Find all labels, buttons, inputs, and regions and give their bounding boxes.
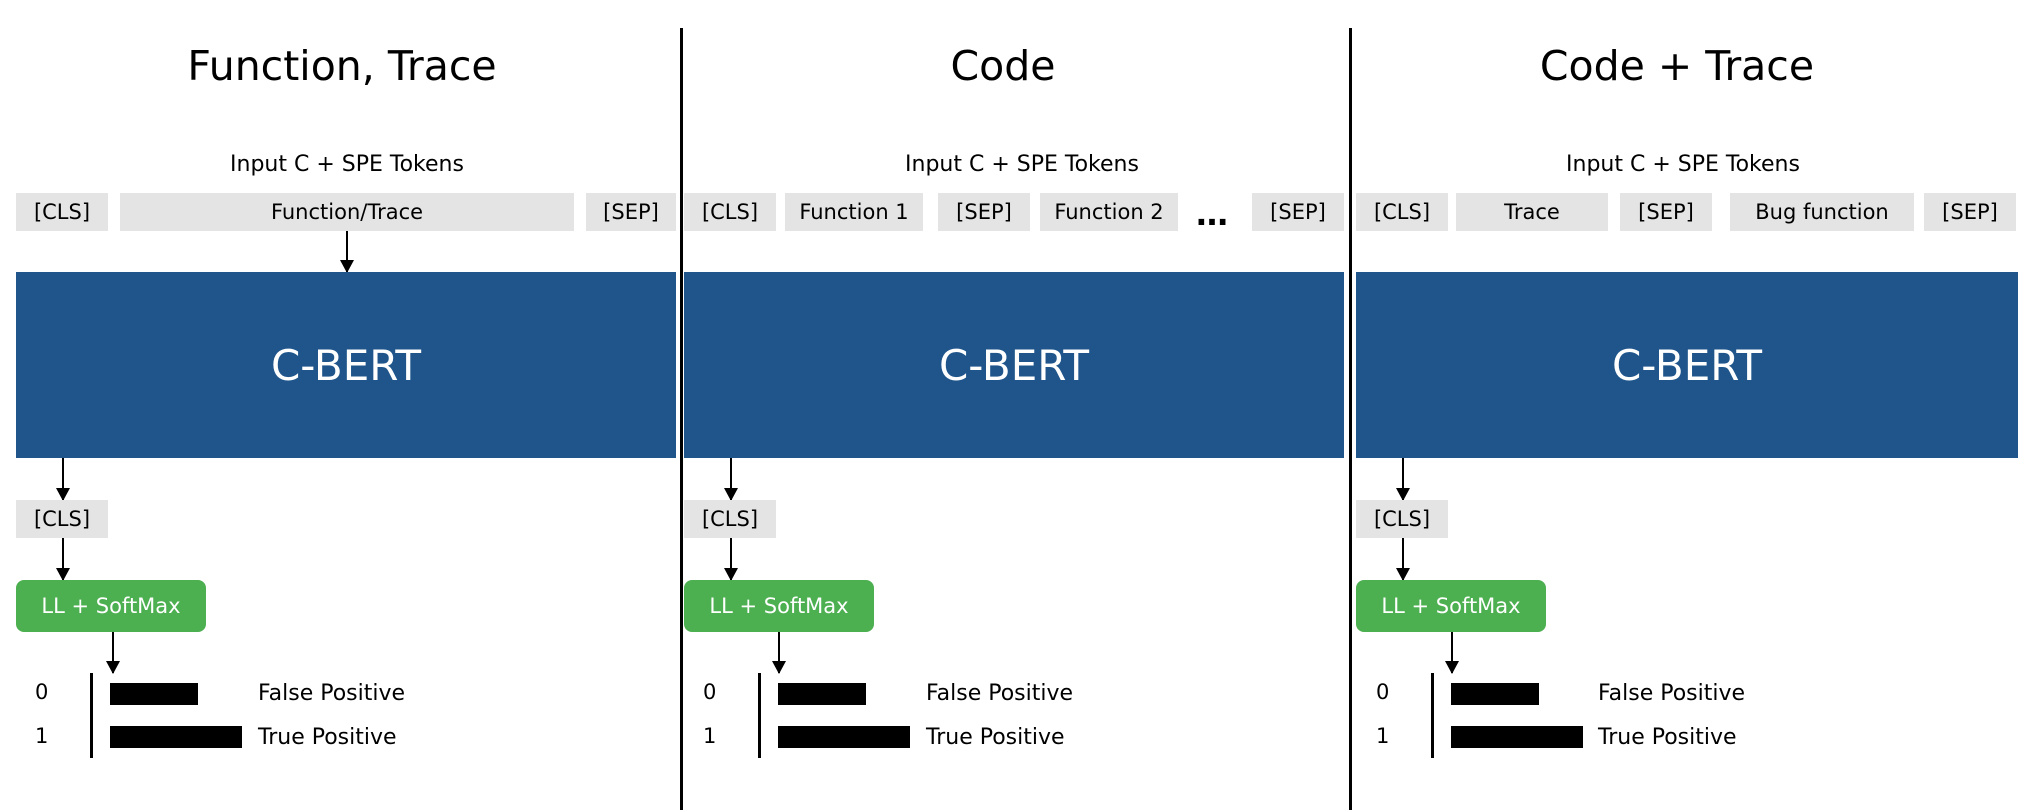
arrow: [340, 231, 354, 273]
token-sep: [SEP]: [938, 193, 1030, 231]
class-index: 1: [35, 724, 49, 748]
arrow: [1396, 538, 1410, 581]
class-index: 0: [1376, 680, 1390, 704]
class-index: 1: [703, 724, 717, 748]
false-positive-bar: [110, 683, 198, 705]
token-cls: [CLS]: [1356, 193, 1448, 231]
arrow: [1445, 632, 1459, 674]
panel-title: Code + Trace: [1539, 42, 1815, 90]
false-positive-bar: [778, 683, 866, 705]
panel-title: Code: [950, 42, 1056, 90]
input-label: Input C + SPE Tokens: [905, 152, 1139, 177]
class-index: 1: [1376, 724, 1390, 748]
token-function-trace: Function/Trace: [120, 193, 574, 231]
token-function-2: Function 2: [1040, 193, 1178, 231]
output-axis: [90, 673, 93, 758]
token-sep: [SEP]: [1252, 193, 1344, 231]
arrow: [724, 458, 738, 501]
arrow: [1396, 458, 1410, 501]
token-bug-function: Bug function: [1730, 193, 1914, 231]
true-positive-bar: [110, 726, 242, 748]
true-positive-label: True Positive: [258, 725, 397, 750]
input-label: Input C + SPE Tokens: [1566, 152, 1800, 177]
output-axis: [1431, 673, 1434, 758]
token-trace: Trace: [1456, 193, 1608, 231]
false-positive-label: False Positive: [258, 681, 406, 706]
token-cls: [CLS]: [684, 193, 776, 231]
ll-softmax-head: LL + SoftMax: [684, 580, 874, 632]
true-positive-bar: [1451, 726, 1583, 748]
false-positive-label: False Positive: [1598, 681, 1746, 706]
cls-output-token: [CLS]: [684, 500, 776, 538]
token-sep: [SEP]: [1620, 193, 1712, 231]
c-bert-block: C-BERT: [1356, 272, 2018, 458]
arrow: [106, 632, 120, 674]
input-label: Input C + SPE Tokens: [230, 152, 464, 177]
panel-divider: [680, 28, 683, 810]
true-positive-label: True Positive: [1598, 725, 1737, 750]
token-sep: [SEP]: [1924, 193, 2016, 231]
token-cls: [CLS]: [16, 193, 108, 231]
ll-softmax-head: LL + SoftMax: [16, 580, 206, 632]
token-function-1: Function 1: [785, 193, 923, 231]
class-index: 0: [703, 680, 717, 704]
false-positive-bar: [1451, 683, 1539, 705]
true-positive-bar: [778, 726, 910, 748]
arrow: [56, 458, 70, 501]
class-index: 0: [35, 680, 49, 704]
c-bert-block: C-BERT: [684, 272, 1344, 458]
arrow: [772, 632, 786, 674]
c-bert-block: C-BERT: [16, 272, 676, 458]
cls-output-token: [CLS]: [16, 500, 108, 538]
arrow: [724, 538, 738, 581]
ll-softmax-head: LL + SoftMax: [1356, 580, 1546, 632]
true-positive-label: True Positive: [926, 725, 1065, 750]
false-positive-label: False Positive: [926, 681, 1074, 706]
output-axis: [758, 673, 761, 758]
panel-title: Function, Trace: [187, 42, 497, 90]
panel-divider: [1349, 28, 1352, 810]
ellipsis: …: [1196, 195, 1229, 233]
token-sep: [SEP]: [586, 193, 676, 231]
cls-output-token: [CLS]: [1356, 500, 1448, 538]
arrow: [56, 538, 70, 581]
